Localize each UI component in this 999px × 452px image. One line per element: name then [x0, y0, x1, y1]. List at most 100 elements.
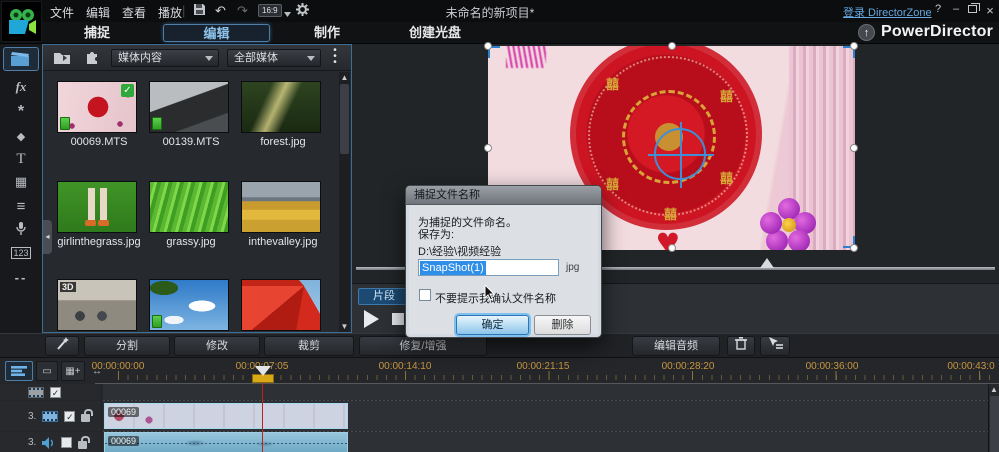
media-item[interactable] [241, 279, 325, 331]
media-thumbnail[interactable] [149, 279, 229, 331]
dont-prompt-checkbox[interactable] [419, 289, 431, 301]
library-content-dropdown[interactable]: 媒体内容 [111, 49, 219, 67]
undo-icon[interactable]: ↶ [215, 3, 226, 19]
tab-edit[interactable]: 编辑 [163, 24, 270, 42]
ok-button[interactable]: 确定 [456, 315, 529, 335]
sidebar-item-subtitle-room[interactable]: -- [3, 265, 39, 289]
position-crosshair[interactable] [654, 128, 706, 180]
filename-input[interactable]: SnapShot(1) [418, 259, 559, 276]
media-item[interactable]: ✓ 00069.MTS [57, 81, 141, 148]
media-item[interactable]: forest.jpg [241, 81, 325, 148]
close-button[interactable]: × [982, 3, 998, 18]
save-icon[interactable] [193, 3, 206, 20]
resize-handle-ne[interactable] [850, 42, 858, 50]
track-enable-checkbox[interactable]: ✓ [64, 411, 75, 422]
clip-mode-button[interactable]: 片段 [358, 288, 410, 305]
scroll-up-icon[interactable]: ▲ [989, 385, 999, 394]
library-filter-dropdown[interactable]: 全部媒体 [227, 49, 321, 67]
resize-handle-s[interactable] [668, 244, 676, 252]
minimize-button[interactable]: – [948, 3, 964, 15]
menu-file[interactable]: 文件 [50, 4, 74, 21]
sidebar-item-effect-room[interactable]: fx [3, 75, 39, 99]
plugin-button[interactable] [81, 48, 105, 67]
resize-handle-e[interactable] [850, 144, 858, 152]
menu-play[interactable]: 播放 [158, 4, 182, 21]
caret-down-icon[interactable] [284, 5, 291, 21]
sidebar-item-title-room[interactable]: T [3, 147, 39, 171]
media-thumbnail[interactable]: 3D [57, 279, 137, 331]
media-thumbnail[interactable]: ✓ [57, 81, 137, 133]
resize-handle-w[interactable] [484, 144, 492, 152]
scrollbar-thumb[interactable] [990, 396, 999, 452]
redo-icon[interactable]: ↷ [237, 3, 248, 19]
scrollbar-thumb[interactable] [340, 84, 349, 154]
media-item[interactable]: girlinthegrass.jpg [57, 181, 141, 248]
sidebar-item-audio-mixing-room[interactable]: ≡ [3, 194, 39, 218]
storyboard-view-button[interactable]: ▭ [36, 361, 58, 381]
help-button[interactable]: ? [930, 3, 946, 15]
settings-gear-icon[interactable] [296, 3, 309, 20]
library-menu-dots-button[interactable]: ••• [331, 48, 339, 68]
media-item[interactable]: 3D [57, 279, 141, 331]
resize-handle-se[interactable] [850, 244, 858, 252]
playhead-marker[interactable] [255, 366, 271, 376]
track-enable-checkbox[interactable]: ✓ [50, 387, 61, 398]
media-item[interactable]: 00139.MTS [149, 81, 233, 148]
sidebar-item-voice-over-room[interactable] [3, 217, 39, 241]
timeline-ruler[interactable]: 00:00:00:00 00:00:07:05 00:00:14:10 00:0… [95, 359, 999, 383]
track-lock-icon[interactable] [78, 441, 87, 449]
play-button[interactable] [364, 310, 379, 328]
media-item[interactable]: grassy.jpg [149, 181, 233, 248]
select-menu-button[interactable] [760, 336, 790, 356]
add-track-button[interactable]: ▦+ [61, 361, 85, 381]
delete-button[interactable]: 删除 [534, 315, 591, 335]
media-item[interactable]: inthevalley.jpg [241, 181, 325, 248]
magic-wand-button[interactable] [45, 336, 79, 356]
media-thumbnail[interactable] [149, 81, 229, 133]
delete-clip-button[interactable] [727, 336, 755, 356]
resize-handle-nw[interactable] [484, 42, 492, 50]
track-content-audio-3[interactable]: 00069 [103, 432, 988, 452]
media-thumbnail[interactable] [241, 279, 321, 331]
resize-handle-n[interactable] [668, 42, 676, 50]
sidebar-item-chapter-room[interactable]: 123 [3, 241, 39, 265]
media-thumbnail[interactable] [241, 81, 321, 133]
track-content-video-3[interactable]: 00069 [103, 401, 988, 431]
video-clip[interactable]: 00069 [104, 403, 348, 429]
media-thumbnail[interactable] [149, 181, 229, 233]
scroll-down-icon[interactable]: ▼ [339, 322, 350, 331]
restore-button[interactable] [964, 3, 980, 15]
sidebar-item-media-room[interactable] [3, 47, 39, 71]
scroll-up-icon[interactable]: ▲ [339, 73, 350, 82]
sidebar-item-particle-room[interactable]: ◆ [3, 124, 39, 148]
seek-thumb[interactable] [760, 258, 774, 268]
menu-view[interactable]: 查看 [122, 4, 146, 21]
split-button[interactable]: 分割 [84, 336, 170, 356]
tab-produce[interactable]: 制作 [292, 24, 362, 42]
modify-button[interactable]: 修改 [174, 336, 260, 356]
library-scrollbar[interactable]: ▲ ▼ [339, 72, 350, 332]
tab-create-disc[interactable]: 创建光盘 [392, 24, 478, 42]
track-content-upper[interactable] [103, 384, 988, 400]
media-thumbnail[interactable] [241, 181, 321, 233]
import-media-button[interactable] [51, 48, 75, 67]
timeline-scrollbar[interactable]: ▲ [988, 384, 999, 452]
sidebar-item-transition-room[interactable]: ▦ [3, 170, 39, 194]
fix-enhance-button[interactable]: 修复/增强 [359, 336, 487, 356]
tab-capture[interactable]: 捕捉 [62, 24, 132, 42]
panel-collapse-handle[interactable]: ◂ [43, 220, 52, 254]
menu-edit[interactable]: 编辑 [86, 4, 110, 21]
login-directorzone-link[interactable]: 登录 DirectorZone [843, 4, 932, 20]
edit-audio-button[interactable]: 编辑音频 [632, 336, 720, 356]
pip-star-icon: * [18, 103, 24, 121]
media-item[interactable] [149, 279, 233, 331]
audio-clip[interactable]: 00069 [104, 432, 348, 452]
sidebar-item-pip-objects-room[interactable]: * [3, 100, 39, 124]
track-lock-icon[interactable] [81, 414, 90, 422]
media-thumbnail[interactable] [57, 181, 137, 233]
stop-button[interactable] [392, 313, 404, 325]
timeline-view-button[interactable] [5, 361, 33, 381]
crop-button[interactable]: 裁剪 [264, 336, 354, 356]
track-enable-checkbox[interactable] [61, 437, 72, 448]
aspect-ratio-selector[interactable]: 16:9 [258, 4, 282, 17]
